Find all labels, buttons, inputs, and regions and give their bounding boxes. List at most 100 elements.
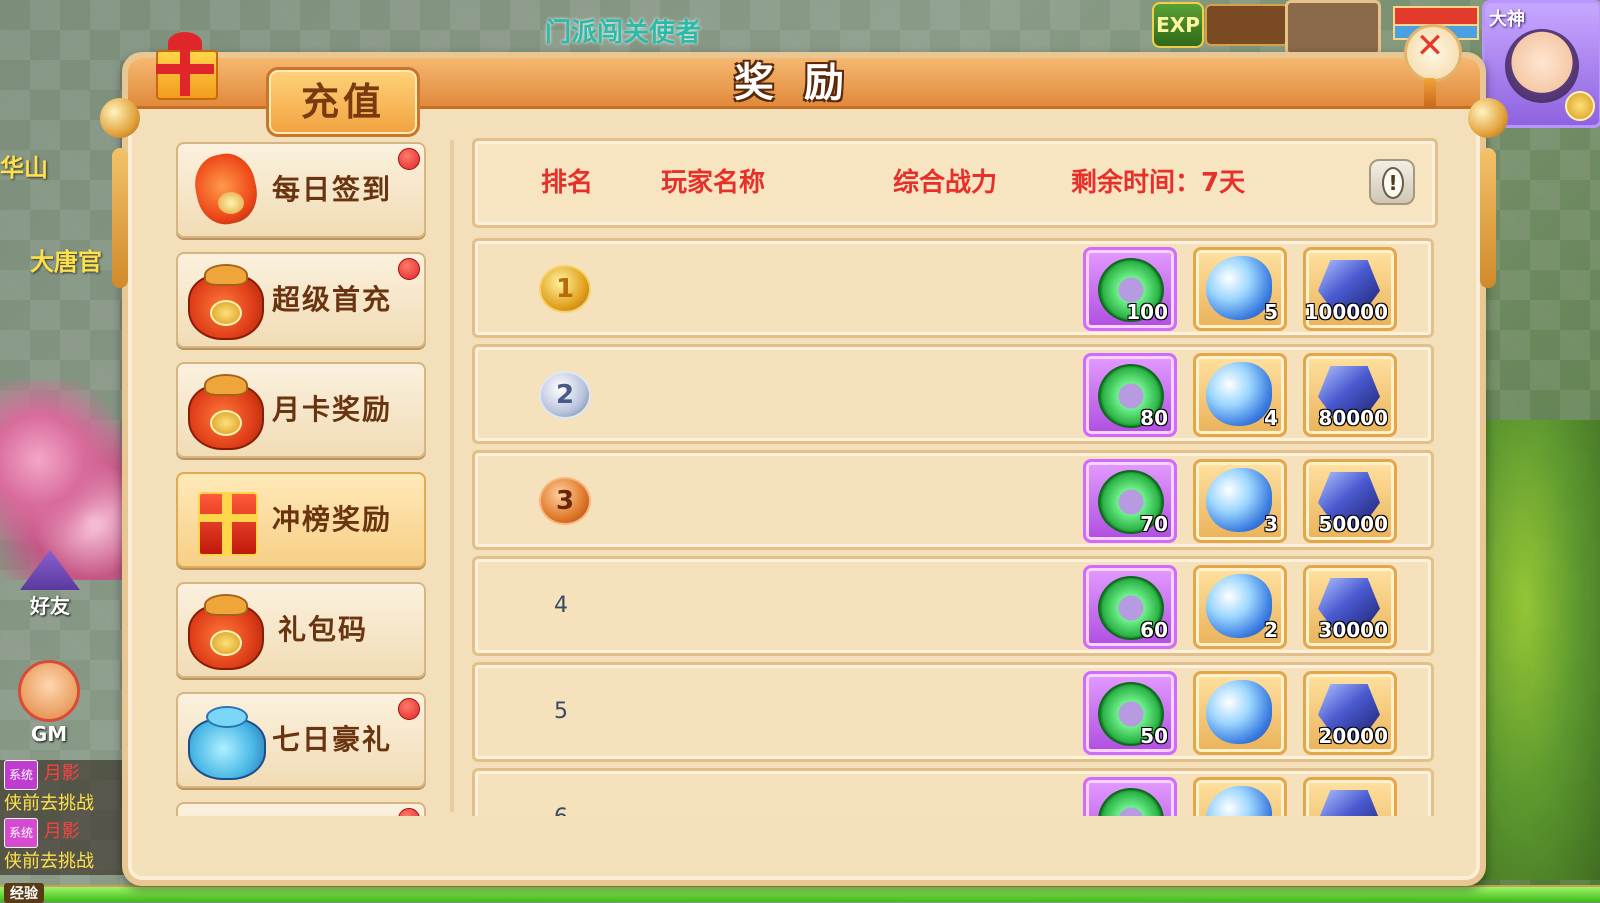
reward-quantity: 100 xyxy=(1126,300,1168,324)
sidebar-item-label: 超级首充 xyxy=(272,283,393,316)
table-row: 6 xyxy=(472,768,1434,816)
npc-name-label[interactable]: 门派闯关使者 xyxy=(545,12,701,49)
gift-icon xyxy=(152,30,218,100)
reward-feather[interactable]: 3 xyxy=(1193,459,1287,543)
notification-dot xyxy=(398,258,420,280)
sidebar-item-seven-day-gift[interactable]: 七日豪礼 xyxy=(176,692,426,788)
sidebar-item-ranking-reward[interactable]: 冲榜奖励 xyxy=(176,472,426,568)
reward-quantity: 2 xyxy=(1264,618,1278,642)
reward-quantity: 60 xyxy=(1140,618,1168,642)
reward-jade[interactable]: 50 xyxy=(1083,671,1177,755)
chat-line: 侠前去挑战 xyxy=(0,790,130,818)
sidebar-item-super-first-recharge[interactable]: 超级首充 xyxy=(176,252,426,348)
gift-box-icon xyxy=(186,480,264,560)
player-name: 大神 xyxy=(1489,9,1525,30)
reward-quantity: 20000 xyxy=(1318,724,1388,748)
sidebar-item-label: 礼包码 xyxy=(278,613,369,646)
location-datang-label: 大唐官 xyxy=(30,248,102,276)
hud-status-bar xyxy=(1205,4,1289,46)
reward-crystal[interactable]: 100000 xyxy=(1303,247,1397,331)
feather-icon xyxy=(1206,468,1272,532)
rank-number: 6 xyxy=(533,791,589,816)
header-rank: 排名 xyxy=(541,168,594,198)
gm-avatar-icon xyxy=(18,660,80,722)
reward-quantity: 30000 xyxy=(1318,618,1388,642)
reward-jade[interactable]: 60 xyxy=(1083,565,1177,649)
feather-icon xyxy=(1206,256,1272,320)
sidebar-divider xyxy=(450,140,454,812)
reward-quantity: 5 xyxy=(1264,300,1278,324)
rank-cell: 4 xyxy=(533,579,589,633)
friend-label: 好友 xyxy=(30,594,70,618)
close-button[interactable]: ✕ xyxy=(1400,20,1462,108)
reward-quantity: 50 xyxy=(1140,724,1168,748)
feather-icon xyxy=(1206,680,1272,744)
ranking-table-header: 排名 玩家名称 综合战力 剩余时间：7天 ! xyxy=(472,138,1438,228)
player-portrait-icon xyxy=(1505,29,1579,103)
rank-cell: 1 xyxy=(533,261,591,315)
rank-number: 4 xyxy=(554,593,568,618)
ranking-list[interactable]: 1 100 5 100000 2 80 4 80000 3 70 3 50000… xyxy=(472,238,1436,816)
close-button-pin-decoration xyxy=(1424,78,1436,108)
table-row: 3 70 3 50000 xyxy=(472,450,1434,550)
chat-line: 系统 月影 xyxy=(0,760,130,790)
reward-quantity: 80 xyxy=(1140,406,1168,430)
jade-ring-icon xyxy=(1098,788,1164,816)
reward-feather[interactable] xyxy=(1193,671,1287,755)
money-bag-icon xyxy=(186,590,264,670)
reward-crystal[interactable]: 50000 xyxy=(1303,459,1397,543)
reward-feather[interactable] xyxy=(1193,777,1287,816)
rank-cell: 5 xyxy=(533,685,589,739)
sidebar-item-label: 月卡奖励 xyxy=(272,393,393,426)
table-row: 1 100 5 100000 xyxy=(472,238,1434,338)
reward-quantity: 50000 xyxy=(1318,512,1388,536)
rank-cell: 2 xyxy=(533,367,591,421)
reward-quantity: 80000 xyxy=(1318,406,1388,430)
reward-jade[interactable] xyxy=(1083,777,1177,816)
feather-icon xyxy=(1206,574,1272,638)
reward-quantity: 70 xyxy=(1140,512,1168,536)
sidebar-item-label: 冲榜奖励 xyxy=(272,503,393,536)
reward-feather[interactable]: 4 xyxy=(1193,353,1287,437)
money-bag-icon xyxy=(186,260,264,340)
chat-message: 侠前去挑战 xyxy=(4,851,94,872)
scroll-rod-left-decoration xyxy=(100,98,140,338)
sidebar-item-daily-signin[interactable]: 每日签到 xyxy=(176,142,426,238)
sidebar-item-monthly-card[interactable]: 月卡奖励 xyxy=(176,362,426,458)
reward-crystal[interactable]: 20000 xyxy=(1303,671,1397,755)
gold-medal-icon: 1 xyxy=(539,265,591,313)
gm-button[interactable]: GM xyxy=(14,660,84,750)
scroll-rod-right-decoration xyxy=(1468,98,1508,338)
exp-badge-icon[interactable]: EXP xyxy=(1152,2,1204,48)
rank-cell: 3 xyxy=(533,473,591,527)
sidebar-item-more[interactable] xyxy=(176,802,426,816)
reward-crystal[interactable]: 30000 xyxy=(1303,565,1397,649)
reward-jade[interactable]: 80 xyxy=(1083,353,1177,437)
experience-bar: 经验 xyxy=(0,883,1600,903)
reward-jade[interactable]: 100 xyxy=(1083,247,1177,331)
gm-label: GM xyxy=(30,722,68,746)
chat-box[interactable]: 系统 月影 侠前去挑战 系统 月影 侠前去挑战 xyxy=(0,760,130,875)
feather-icon xyxy=(1206,786,1272,816)
chat-player-name: 月影 xyxy=(43,821,80,842)
reward-crystal[interactable] xyxy=(1303,777,1397,816)
header-player-name: 玩家名称 xyxy=(661,168,766,198)
crystal-icon xyxy=(1318,790,1380,816)
feather-icon xyxy=(1206,362,1272,426)
header-power: 综合战力 xyxy=(893,168,998,198)
silver-medal-icon: 2 xyxy=(539,371,591,419)
reward-crystal[interactable]: 80000 xyxy=(1303,353,1397,437)
info-button[interactable]: ! xyxy=(1369,159,1415,205)
reward-jade[interactable]: 70 xyxy=(1083,459,1177,543)
reward-feather[interactable]: 2 xyxy=(1193,565,1287,649)
sidebar-item-gift-code[interactable]: 礼包码 xyxy=(176,582,426,678)
lantern-icon xyxy=(186,148,264,230)
friend-button[interactable]: 好友 xyxy=(10,550,90,626)
table-row: 4 60 2 30000 xyxy=(472,556,1434,656)
table-row: 2 80 4 80000 xyxy=(472,344,1434,444)
recharge-button[interactable]: 充值 xyxy=(266,67,420,137)
rank-number: 5 xyxy=(554,699,568,724)
reward-feather[interactable]: 5 xyxy=(1193,247,1287,331)
pet-slot[interactable] xyxy=(1285,0,1381,56)
sidebar-item-label: 每日签到 xyxy=(272,173,393,206)
